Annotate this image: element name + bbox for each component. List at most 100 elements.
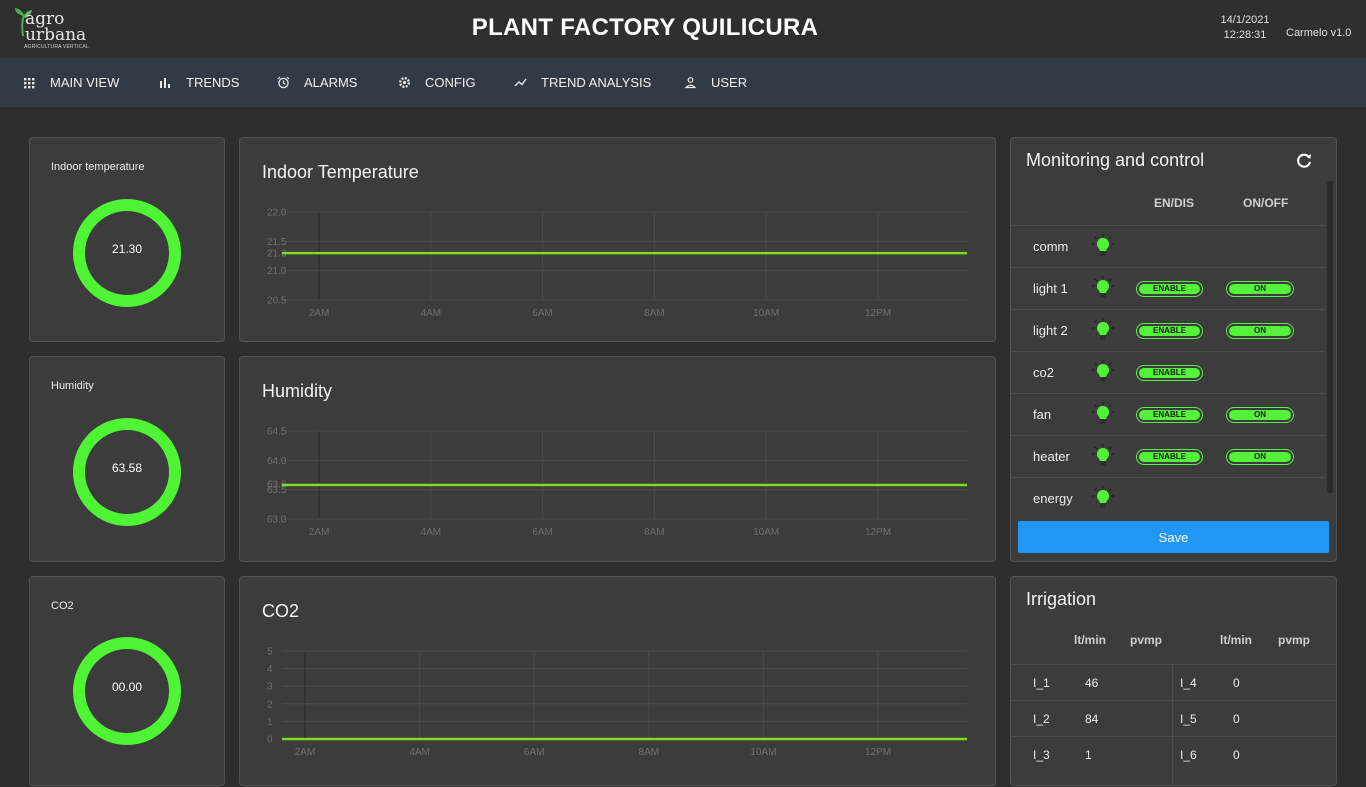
time-text: 12:28:31: [1223, 29, 1267, 41]
gauge-label: CO2: [51, 600, 74, 612]
logo-tagline: AGRICULTURA VERTICAL: [24, 44, 89, 50]
x-tick-label: 12PM: [865, 527, 891, 538]
device-name: light 1: [1033, 281, 1068, 296]
x-tick-label: 4AM: [409, 747, 430, 758]
toggle-label: ENABLE: [1139, 410, 1200, 420]
monitoring-rows: comm light 1 ENABLE ON light 2 ENABLE ON…: [1011, 138, 1327, 508]
gauge-label: Indoor temperature: [51, 161, 145, 173]
monitor-row: heater ENABLE ON: [1011, 435, 1325, 478]
line-name: I_2: [1033, 712, 1050, 726]
flow-value: 1: [1085, 748, 1092, 762]
co2-chart: 2AM 4AM 6AM 8AM 10AM 12PM 5 4 3 2 1 0: [267, 647, 967, 758]
toggle-label: ON: [1229, 326, 1291, 336]
monitoring-panel: Monitoring and control EN/DIS ON/OFF com…: [1010, 137, 1337, 562]
toggle-label: ENABLE: [1139, 326, 1200, 336]
x-tick-label: 10AM: [753, 308, 779, 319]
flow-value: 0: [1233, 676, 1240, 690]
column-header-ltmin: lt/min: [1074, 633, 1106, 647]
device-name: energy: [1033, 491, 1073, 506]
y-tick-label: 5: [267, 647, 273, 658]
on-off-toggle[interactable]: ON: [1226, 281, 1294, 297]
alarm-clock-icon: [277, 76, 290, 89]
humidity-chart: 2AM 4AM 6AM 8AM 10AM 12PM64.564.063.663.563.0: [267, 427, 967, 538]
bar-chart-icon: [160, 78, 170, 88]
bulb-icon: [1092, 402, 1114, 424]
y-tick-label: 63.5: [267, 485, 287, 496]
toggle-label: ON: [1229, 410, 1291, 420]
on-off-toggle[interactable]: ON: [1226, 449, 1294, 465]
on-off-toggle[interactable]: ON: [1226, 323, 1294, 339]
toggle-label: ON: [1229, 452, 1291, 462]
save-button[interactable]: Save: [1018, 521, 1329, 553]
header-bar: agro urbana AGRICULTURA VERTICAL PLANT F…: [0, 0, 1366, 59]
on-off-toggle[interactable]: ON: [1226, 407, 1294, 423]
gauge-label: Humidity: [51, 380, 94, 392]
nav-config[interactable]: CONFIG: [398, 58, 476, 107]
toggle-label: ENABLE: [1139, 452, 1200, 462]
x-tick-label: 10AM: [753, 527, 779, 538]
bulb-icon: [1092, 486, 1114, 508]
toggle-label: ENABLE: [1139, 368, 1200, 378]
y-tick-label: 22.0: [267, 208, 287, 219]
device-name: heater: [1033, 449, 1070, 464]
gauge-value: 21.30: [111, 242, 143, 256]
enable-toggle[interactable]: ENABLE: [1136, 365, 1203, 381]
temperature-chart: 2AM 4AM 6AM 8AM 10AM 12PM22.021.521.321.020.5: [267, 208, 967, 319]
monitor-row: light 2 ENABLE ON: [1011, 309, 1325, 352]
gauge-card-co2: CO2 00.00: [29, 576, 225, 786]
bulb-icon: [1092, 234, 1114, 256]
chart-card-co2: CO2 2AM 4AM 6AM 8AM 10AM 12PM 5 4 3 2 1 0: [239, 576, 996, 786]
x-tick-label: 4AM: [421, 308, 442, 319]
x-tick-label: 6AM: [524, 747, 545, 758]
nav-main-view[interactable]: MAIN VIEW: [23, 58, 119, 107]
x-tick-label: 10AM: [750, 747, 776, 758]
monitor-row: fan ENABLE ON: [1011, 393, 1325, 436]
trend-line-icon: [514, 78, 527, 87]
y-tick-label: 20.5: [267, 296, 287, 307]
date-text: 14/1/2021: [1220, 14, 1270, 26]
page-title: PLANT FACTORY QUILICURA: [471, 14, 819, 41]
grid-icon: [24, 78, 35, 89]
monitor-row: co2 ENABLE: [1011, 351, 1325, 394]
monitor-row: energy: [1011, 477, 1325, 508]
x-tick-label: 4AM: [421, 527, 442, 538]
datetime: 14/1/2021 12:28:31: [1212, 13, 1278, 43]
enable-toggle[interactable]: ENABLE: [1136, 323, 1203, 339]
x-tick-label: 2AM: [309, 527, 330, 538]
line-name: I_5: [1180, 712, 1197, 726]
enable-toggle[interactable]: ENABLE: [1136, 449, 1203, 465]
column-header-pvmp: pvmp: [1130, 633, 1163, 647]
column-divider: [1172, 664, 1173, 784]
nav-label: CONFIG: [425, 75, 476, 90]
x-tick-label: 8AM: [639, 747, 660, 758]
nav-label: ALARMS: [304, 75, 358, 90]
toggle-label: ENABLE: [1139, 284, 1200, 294]
nav-trends[interactable]: TRENDS: [159, 58, 239, 107]
x-tick-label: 6AM: [532, 308, 553, 319]
chart-card-humidity: Humidity 2AM 4AM 6AM 8AM 10AM 12PM 64.5 64.0 63.…: [239, 356, 996, 562]
bulb-icon: [1092, 318, 1114, 340]
line-name: I_6: [1180, 748, 1197, 762]
toggle-label: ON: [1229, 284, 1291, 294]
y-tick-label: 21.5: [267, 237, 287, 248]
scrollbar-thumb[interactable]: [1327, 181, 1333, 493]
x-tick-label: 8AM: [644, 308, 665, 319]
y-tick-label: 64.0: [267, 456, 287, 467]
chart-card-temperature: Indoor Temperature 2AM 4AM 6AM 8AM 10AM 12PM 2…: [239, 137, 996, 342]
enable-toggle[interactable]: ENABLE: [1136, 281, 1203, 297]
scrollbar[interactable]: [1327, 181, 1333, 493]
enable-toggle[interactable]: ENABLE: [1136, 407, 1203, 423]
device-name: co2: [1033, 365, 1054, 380]
nav-trend-analysis[interactable]: TREND ANALYSIS: [514, 58, 651, 107]
gauge-value: 63.58: [111, 461, 143, 475]
y-tick-label: 3: [267, 682, 273, 693]
device-name: comm: [1033, 239, 1069, 254]
flow-value: 84: [1085, 712, 1099, 726]
y-tick-label: 4: [267, 664, 273, 675]
nav-user[interactable]: USER: [684, 58, 747, 107]
nav-alarms[interactable]: ALARMS: [277, 58, 357, 107]
nav-label: TRENDS: [186, 75, 240, 90]
irrigation-row: I_2 84 I_5 0: [1011, 700, 1337, 737]
bulb-icon: [1092, 276, 1114, 298]
nav-label: USER: [711, 75, 748, 90]
